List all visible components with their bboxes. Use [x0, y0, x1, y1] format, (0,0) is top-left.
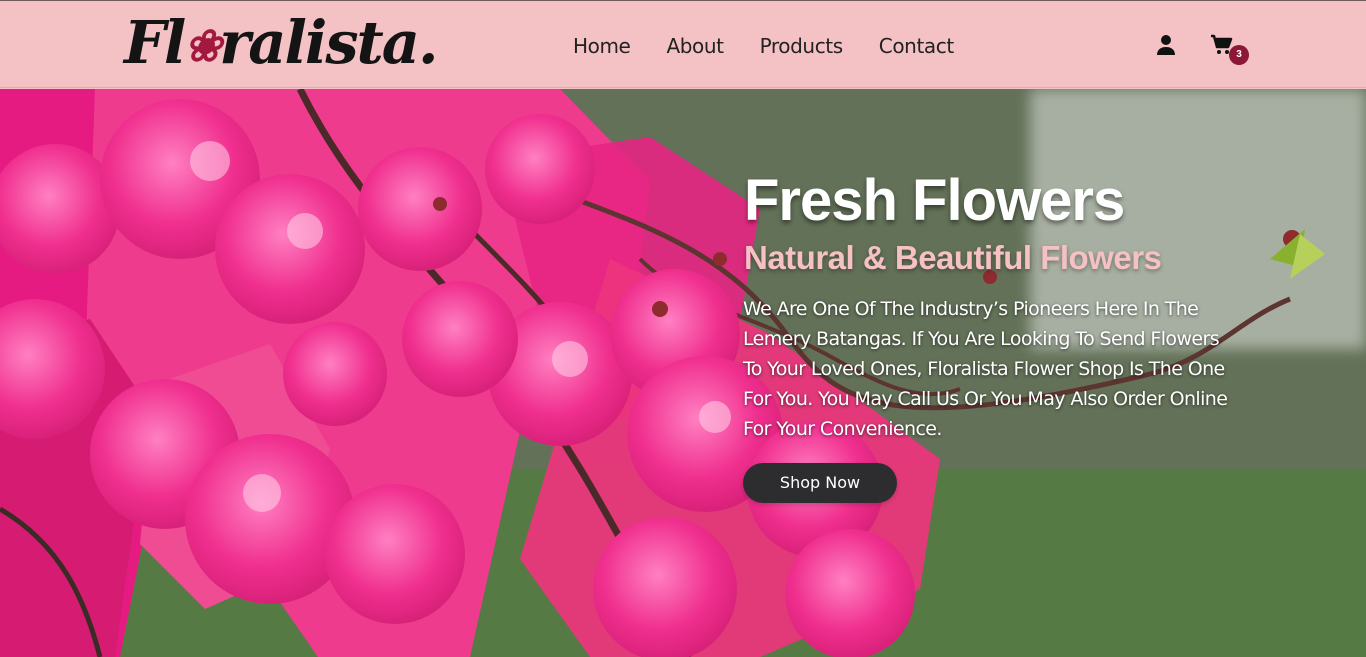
rose-icon: ❀	[184, 21, 221, 72]
hero-subtitle: Natural & Beautiful Flowers	[744, 239, 1162, 276]
hero-title: Fresh Flowers	[744, 168, 1125, 233]
shop-now-button[interactable]: Shop Now	[743, 463, 897, 503]
hero-description: We Are One Of The Industry’s Pioneers He…	[743, 298, 1228, 440]
cart-count-badge: 3	[1229, 45, 1249, 65]
nav-item-home[interactable]: Home	[573, 33, 631, 61]
site-header: Fl❀ralista. Home About Products Contact …	[0, 0, 1366, 88]
hero-banner: Fresh Flowers Natural & Beautiful Flower…	[0, 89, 1366, 657]
main-navigation: Home About Products Contact	[573, 33, 954, 61]
user-icon[interactable]	[1156, 34, 1176, 56]
nav-item-products[interactable]: Products	[760, 33, 844, 61]
brand-logo[interactable]: Fl❀ralista.	[124, 4, 439, 82]
nav-item-about[interactable]: About	[666, 33, 724, 61]
nav-item-contact[interactable]: Contact	[879, 33, 954, 61]
